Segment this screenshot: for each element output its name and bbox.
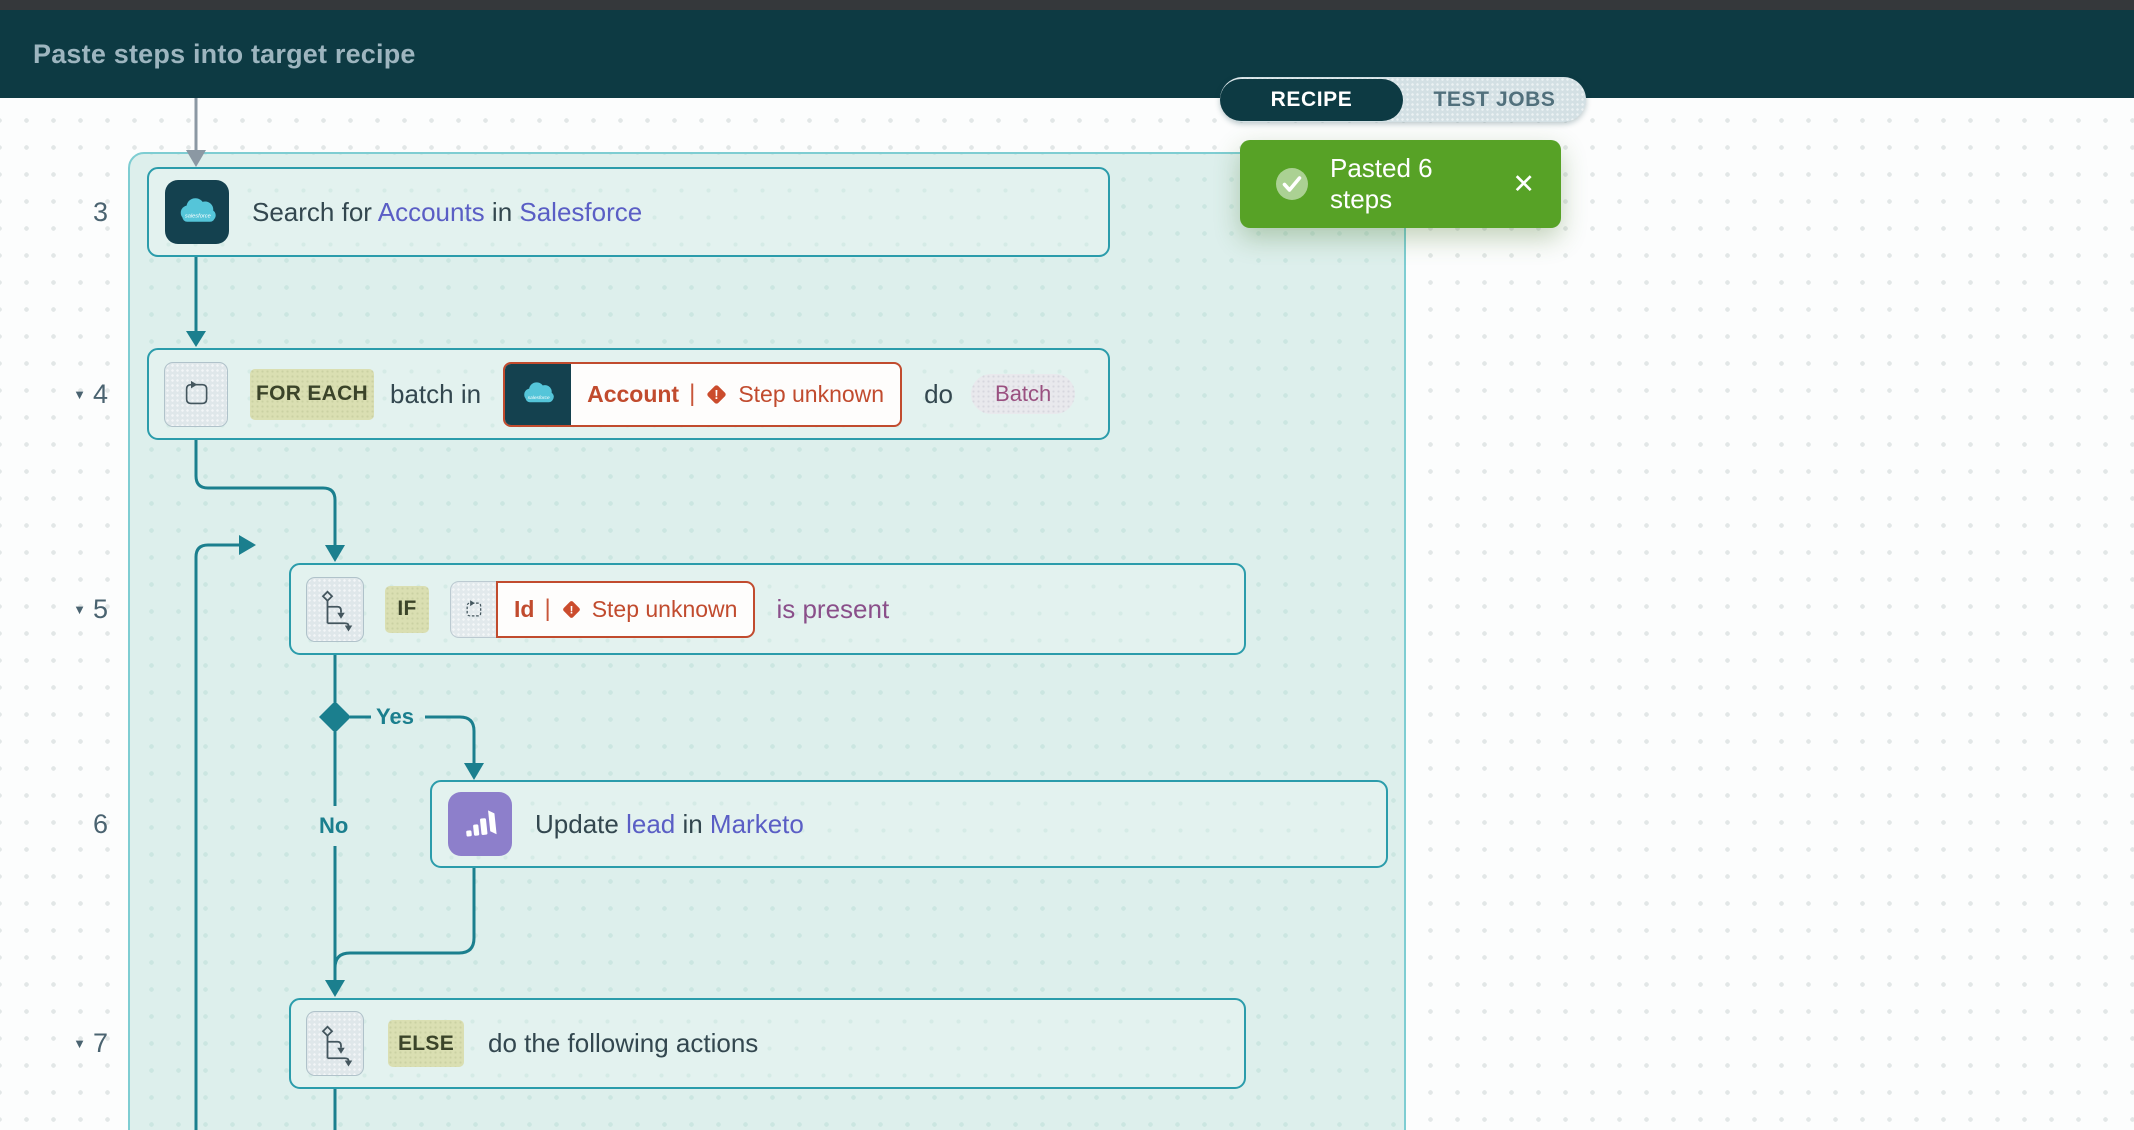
error-diamond-icon: ! — [562, 600, 580, 618]
pill-object-label: Account — [587, 380, 680, 407]
repeat-icon — [164, 361, 228, 427]
else-branch-icon — [321, 1024, 353, 1066]
svg-text:!: ! — [715, 387, 719, 401]
step-title: Search for Accounts in Salesforce — [252, 196, 643, 227]
svg-text:salesforce: salesforce — [185, 214, 211, 220]
page-title: Paste steps into target recipe — [33, 38, 416, 69]
account-datapill[interactable]: salesforce Account | ! Step unknown — [503, 361, 903, 427]
collapse-icon[interactable]: ▼ — [73, 1036, 86, 1051]
step-number-6: 6 — [92, 809, 108, 839]
salesforce-cloud-icon: salesforce — [180, 198, 216, 222]
loop-arrow-icon — [185, 380, 208, 405]
collapse-icon[interactable]: ▼ — [73, 602, 86, 617]
yes-branch-label: Yes — [376, 704, 414, 729]
marketo-logo-icon — [466, 810, 497, 837]
id-datapill[interactable]: Id | ! Step unknown — [496, 580, 756, 638]
toast-message: Pasted 6 steps — [1330, 153, 1433, 214]
view-tabs: RECIPE TEST JOBS — [1220, 77, 1586, 122]
app-link[interactable]: Salesforce — [519, 197, 642, 227]
else-keyword-chip: ELSE — [388, 1020, 464, 1067]
app-link[interactable]: Marketo — [710, 809, 804, 839]
step-else[interactable]: ELSE do the following actions — [289, 998, 1246, 1089]
branch-icon — [306, 1011, 364, 1076]
object-link[interactable]: Accounts — [378, 197, 485, 227]
marketo-icon — [448, 792, 512, 856]
error-diamond-icon: ! — [707, 384, 726, 404]
svg-text:!: ! — [569, 604, 573, 616]
condition-text: is present — [776, 593, 890, 624]
tab-test-jobs[interactable]: TEST JOBS — [1403, 88, 1586, 112]
step-number-3: 3 — [92, 197, 108, 227]
loop-arrow-icon — [466, 599, 482, 616]
salesforce-cloud-icon: salesforce — [524, 382, 554, 403]
step-number-5: ▼ 5 — [73, 594, 108, 624]
salesforce-icon: salesforce — [165, 180, 229, 244]
step-if-condition[interactable]: IF Id | ! Step unknown is present — [289, 563, 1246, 655]
pill-object-label: Id — [514, 595, 535, 622]
foreach-keyword-chip: FOR EACH — [250, 368, 374, 420]
salesforce-icon: salesforce — [505, 363, 572, 425]
toast-notification: Pasted 6 steps ✕ — [1240, 140, 1561, 228]
tab-recipe[interactable]: RECIPE — [1220, 78, 1403, 121]
step-update-lead[interactable]: Update lead in Marketo — [430, 780, 1388, 868]
top-strip — [0, 0, 2134, 10]
branch-icon — [306, 576, 364, 642]
step-number-7: ▼ 7 — [73, 1028, 108, 1058]
success-check-icon — [1276, 168, 1308, 200]
collapse-icon[interactable]: ▼ — [73, 387, 86, 402]
object-link[interactable]: lead — [626, 809, 675, 839]
header: Paste steps into target recipe — [0, 10, 2134, 98]
step-for-each[interactable]: FOR EACH batch in salesforce Account | !… — [147, 348, 1110, 440]
step-title: Update lead in Marketo — [535, 808, 804, 839]
pill-error-label: Step unknown — [591, 595, 738, 622]
batch-mode-chip[interactable]: Batch — [971, 374, 1076, 414]
if-keyword-chip: IF — [385, 585, 429, 633]
step-text: do — [924, 378, 954, 409]
condition-datapill-group[interactable]: Id | ! Step unknown — [450, 580, 756, 638]
pill-separator: | — [544, 595, 551, 622]
svg-text:salesforce: salesforce — [528, 395, 550, 401]
repeat-source-icon — [450, 580, 496, 638]
no-branch-label: No — [319, 813, 349, 838]
pill-separator: | — [689, 380, 696, 407]
pill-error-label: Step unknown — [738, 380, 885, 407]
step-search-accounts[interactable]: salesforce Search for Accounts in Salesf… — [147, 167, 1110, 257]
close-icon[interactable]: ✕ — [1512, 169, 1535, 200]
step-text: batch in — [390, 378, 482, 409]
step-number-4: ▼ 4 — [73, 379, 108, 409]
step-text: do the following actions — [488, 1028, 759, 1058]
if-branch-icon — [321, 590, 353, 632]
recipe-editor-window: Paste steps into target recipe 3 ▼ 4 ▼ 5… — [0, 0, 2134, 1130]
